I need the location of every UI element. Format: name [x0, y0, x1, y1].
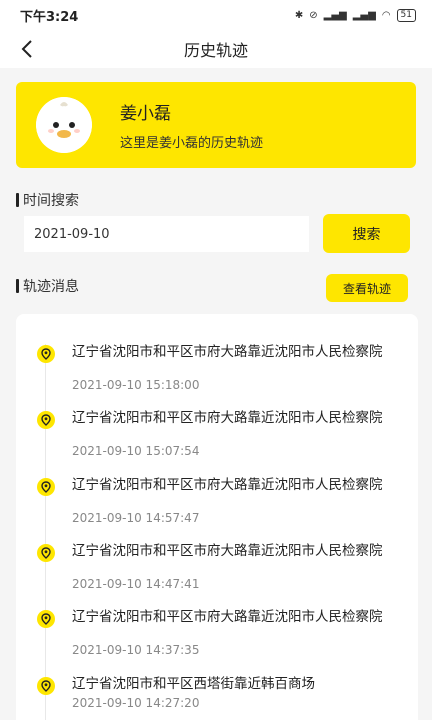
nav-bar: 历史轨迹 [0, 30, 432, 68]
track-address: 辽宁省沈阳市和平区市府大路靠近沈阳市人民检察院 [72, 543, 383, 559]
battery-icon: 51 [396, 8, 416, 22]
profile-name: 姜小磊 [120, 104, 171, 124]
section-bar [16, 279, 19, 293]
track-address: 辽宁省沈阳市和平区市府大路靠近沈阳市人民检察院 [72, 477, 383, 493]
status-bar: 下午3:24 ✱ ⊘ ▂▄▆ ▂▄▆ ◠ 51 [0, 0, 432, 30]
duck-avatar [36, 97, 92, 153]
track-time: 2021-09-10 14:47:41 [72, 577, 200, 591]
track-address: 辽宁省沈阳市和平区市府大路靠近沈阳市人民检察院 [72, 609, 383, 625]
status-icons: ✱ ⊘ ▂▄▆ ▂▄▆ ◠ 51 [294, 8, 416, 22]
track-time: 2021-09-10 14:37:35 [72, 643, 200, 657]
profile-card: 姜小磊 这里是姜小磊的历史轨迹 [16, 82, 416, 168]
track-time: 2021-09-10 15:18:00 [72, 378, 200, 392]
back-button[interactable] [12, 34, 42, 64]
bluetooth-icon: ✱ [294, 9, 304, 21]
profile-description: 这里是姜小磊的历史轨迹 [120, 136, 264, 151]
track-time: 2021-09-10 14:27:20 [72, 696, 200, 710]
track-heading: 轨迹消息 [16, 276, 79, 296]
location-pin-icon [37, 677, 55, 695]
time-search-label: 时间搜索 [23, 193, 79, 209]
section-bar [16, 193, 19, 207]
search-button[interactable]: 搜索 [323, 214, 410, 253]
signal-icon: ▂▄▆ [323, 9, 347, 21]
timeline-line [45, 344, 46, 720]
status-time: 下午3:24 [20, 9, 79, 25]
signal-icon-2: ▂▄▆ [352, 9, 376, 21]
track-list: 辽宁省沈阳市和平区市府大路靠近沈阳市人民检察院 2021-09-10 15:18… [16, 314, 418, 720]
location-pin-icon [37, 544, 55, 562]
time-search-heading: 时间搜索 [16, 190, 79, 210]
chevron-left-icon [21, 40, 32, 58]
date-input[interactable]: 2021-09-10 [24, 216, 309, 252]
location-pin-icon [37, 345, 55, 363]
track-address: 辽宁省沈阳市和平区市府大路靠近沈阳市人民检察院 [72, 344, 383, 360]
track-address: 辽宁省沈阳市和平区市府大路靠近沈阳市人民检察院 [72, 410, 383, 426]
page-title: 历史轨迹 [183, 41, 248, 60]
track-time: 2021-09-10 15:07:54 [72, 444, 200, 458]
track-address: 辽宁省沈阳市和平区西塔街靠近韩百商场 [72, 676, 315, 692]
location-pin-icon [37, 478, 55, 496]
track-time: 2021-09-10 14:57:47 [72, 511, 200, 525]
location-pin-icon [37, 610, 55, 628]
track-label: 轨迹消息 [23, 279, 79, 295]
mute-icon: ⊘ [309, 9, 318, 21]
view-track-button[interactable]: 查看轨迹 [326, 274, 408, 302]
wifi-icon: ◠ [381, 9, 391, 21]
location-pin-icon [37, 411, 55, 429]
